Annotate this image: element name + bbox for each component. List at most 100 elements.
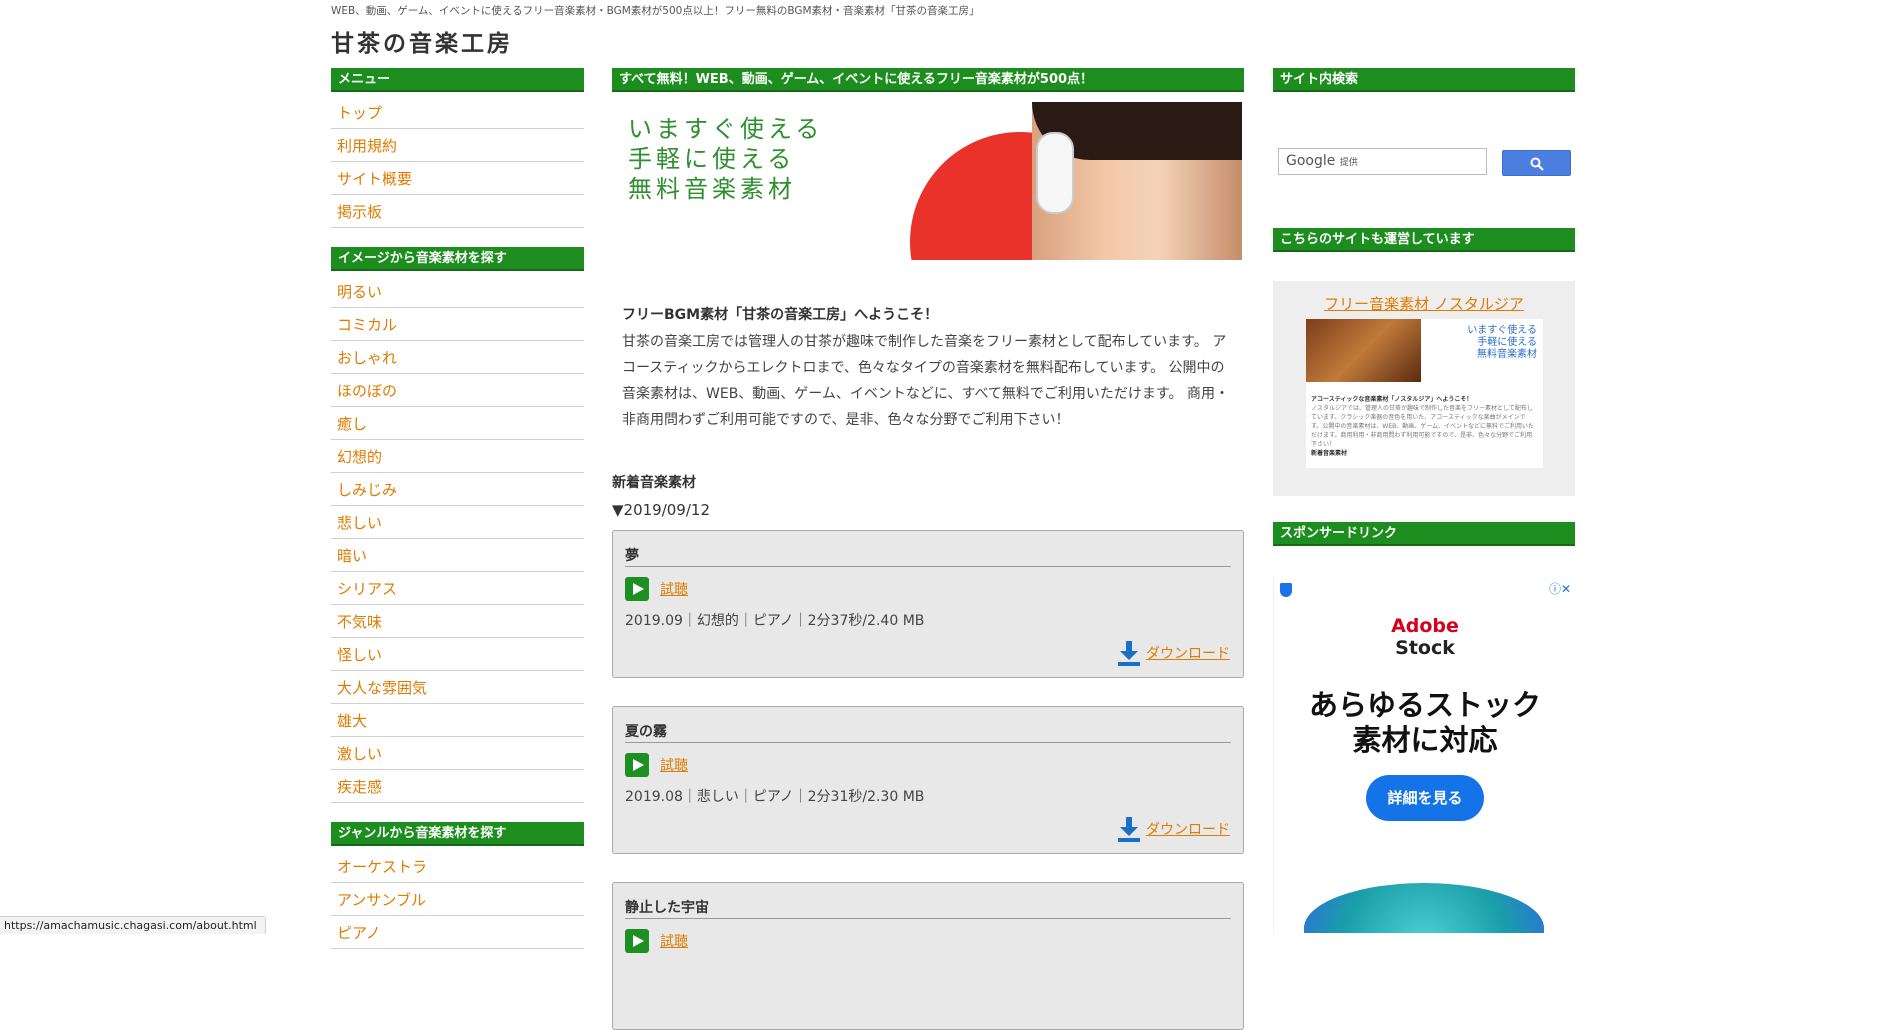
genre-category-link[interactable]: オーケストラ bbox=[337, 858, 427, 876]
thumbnail-line: 無料音楽素材 bbox=[1477, 349, 1537, 360]
image-category-link[interactable]: 幻想的 bbox=[337, 448, 382, 466]
image-category-item[interactable]: 不気味 bbox=[331, 605, 584, 638]
genre-category-item[interactable]: オーケストラ bbox=[331, 850, 584, 883]
image-category-item[interactable]: おしゃれ bbox=[331, 341, 584, 374]
track-card: 静止した宇宙 試聴 bbox=[612, 882, 1244, 1030]
main-heading: すべて無料！WEB、動画、ゲーム、イベントに使えるフリー音楽素材が500点！ bbox=[612, 68, 1244, 92]
welcome-title: フリーBGM素材「甘茶の音楽工房」へようこそ！ bbox=[622, 307, 939, 323]
image-category-link[interactable]: しみじみ bbox=[337, 481, 397, 499]
site-title[interactable]: 甘茶の音楽工房 bbox=[331, 24, 513, 58]
play-icon[interactable] bbox=[625, 577, 649, 601]
menu-link[interactable]: 利用規約 bbox=[337, 137, 397, 155]
image-category-item[interactable]: 悲しい bbox=[331, 506, 584, 539]
genre-category-item[interactable]: アンサンブル bbox=[331, 883, 584, 916]
image-category-link[interactable]: 癒し bbox=[337, 415, 367, 433]
image-category-link[interactable]: シリアス bbox=[337, 580, 397, 598]
image-category-item[interactable]: 怪しい bbox=[331, 638, 584, 671]
menu-item[interactable]: サイト概要 bbox=[331, 162, 584, 195]
sister-site-thumbnail[interactable]: いますぐ使える 手軽に使える 無料音楽素材 アコースティックな音楽素材「ノスタルジア… bbox=[1306, 319, 1543, 468]
image-category-item[interactable]: 明るい bbox=[331, 275, 584, 308]
ad-choices-icon[interactable] bbox=[1280, 583, 1292, 597]
image-category-item[interactable]: 激しい bbox=[331, 737, 584, 770]
play-icon[interactable] bbox=[625, 753, 649, 777]
ad-flower-art bbox=[1304, 883, 1544, 933]
image-category-item[interactable]: シリアス bbox=[331, 572, 584, 605]
search-icon bbox=[1530, 157, 1544, 171]
image-category-item[interactable]: 大人な雰囲気 bbox=[331, 671, 584, 704]
image-category-item[interactable]: 疾走感 bbox=[331, 770, 584, 803]
image-category-link[interactable]: 雄大 bbox=[337, 712, 367, 730]
menu-link[interactable]: トップ bbox=[337, 104, 382, 122]
image-category-link[interactable]: 疾走感 bbox=[337, 778, 382, 796]
thumbnail-body: ノスタルジアでは、管理人の甘茶が趣味で制作した音楽をフリー素材として配布していま… bbox=[1311, 405, 1535, 448]
sister-site-link[interactable]: フリー音楽素材 ノスタルジア bbox=[1273, 293, 1575, 314]
sponsor-heading: スポンサードリンク bbox=[1273, 522, 1575, 546]
genre-category-link[interactable]: アンサンブル bbox=[337, 891, 426, 909]
download-icon[interactable] bbox=[1117, 817, 1141, 843]
download-link[interactable]: ダウンロード bbox=[1146, 819, 1230, 839]
search-brand: Google bbox=[1286, 153, 1336, 169]
image-category-link[interactable]: 明るい bbox=[337, 283, 382, 301]
thumbnail-new: 新着音楽素材 bbox=[1311, 450, 1348, 457]
ad-headline: あらゆるストック 素材に対応 bbox=[1274, 688, 1576, 758]
image-category-link[interactable]: 大人な雰囲気 bbox=[337, 679, 427, 697]
listen-link[interactable]: 試聴 bbox=[660, 579, 688, 599]
page-wrapper: WEB、動画、ゲーム、イベントに使えるフリー音楽素材・BGM素材が500点以上！… bbox=[331, 0, 1576, 1030]
sister-site-box: フリー音楽素材 ノスタルジア いますぐ使える 手軽に使える 無料音楽素材 アコーステ… bbox=[1273, 281, 1575, 496]
search-button[interactable] bbox=[1502, 150, 1571, 176]
image-category-link[interactable]: おしゃれ bbox=[337, 349, 397, 367]
welcome-line: 非商用問わずご利用可能ですので、是非、色々な分野でご利用下さい！ bbox=[622, 412, 1070, 428]
track-title: 夢 bbox=[625, 545, 1231, 567]
image-category-item[interactable]: しみじみ bbox=[331, 473, 584, 506]
listen-link[interactable]: 試聴 bbox=[660, 755, 688, 775]
search-brand-suffix: 提供 bbox=[1339, 158, 1358, 168]
thumbnail-welcome: アコースティックな音楽素材「ノスタルジア」へようこそ！ bbox=[1311, 396, 1473, 403]
ad-headline-line1: あらゆるストック bbox=[1308, 688, 1541, 722]
image-category-link[interactable]: ほのぼの bbox=[337, 382, 397, 400]
track-meta: 2019.09｜幻想的｜ピアノ｜2分37秒/2.40 MB bbox=[625, 613, 925, 629]
image-category-item[interactable]: 癒し bbox=[331, 407, 584, 440]
site-search-heading: サイト内検索 bbox=[1273, 68, 1575, 92]
genre-category-link[interactable]: ピアノ bbox=[337, 924, 381, 942]
new-materials-title: 新着音楽素材 bbox=[612, 475, 696, 491]
image-category-item[interactable]: ほのぼの bbox=[331, 374, 584, 407]
image-category-item[interactable]: 雄大 bbox=[331, 704, 584, 737]
thumbnail-catchphrase: いますぐ使える 手軽に使える 無料音楽素材 bbox=[1451, 325, 1537, 361]
welcome-line: 甘茶の音楽工房では管理人の甘茶が趣味で制作した音楽をフリー素材として配布していま… bbox=[622, 334, 1227, 350]
download-icon[interactable] bbox=[1117, 641, 1141, 667]
menu-link[interactable]: サイト概要 bbox=[337, 170, 412, 188]
listen-link[interactable]: 試聴 bbox=[660, 931, 688, 951]
menu-item[interactable]: 利用規約 bbox=[331, 129, 584, 162]
image-category-link[interactable]: 激しい bbox=[337, 745, 382, 763]
download-link[interactable]: ダウンロード bbox=[1146, 643, 1230, 663]
ad-banner[interactable]: ⓘ✕ Adobe Stock あらゆるストック 素材に対応 詳細を見る bbox=[1273, 575, 1576, 933]
image-category-link[interactable]: 不気味 bbox=[337, 613, 382, 631]
image-category-link[interactable]: 怪しい bbox=[337, 646, 382, 664]
hero-banner: いますぐ使える 手軽に使える 無料音楽素材 bbox=[612, 102, 1242, 260]
search-input[interactable]: Google 提供 bbox=[1278, 148, 1487, 175]
track-meta: 2019.08｜悲しい｜ピアノ｜2分31秒/2.30 MB bbox=[625, 789, 925, 805]
image-category-list: 明るいコミカルおしゃれほのぼの癒し幻想的しみじみ悲しい暗いシリアス不気味怪しい大… bbox=[331, 275, 584, 803]
ad-cta-button[interactable]: 詳細を見る bbox=[1366, 775, 1484, 821]
welcome-text: 甘茶の音楽工房では管理人の甘茶が趣味で制作した音楽をフリー素材として配布していま… bbox=[622, 329, 1232, 433]
thumbnail-line: いますぐ使える bbox=[1467, 325, 1537, 336]
ad-info-close-icon[interactable]: ⓘ✕ bbox=[1549, 580, 1571, 597]
image-category-link[interactable]: コミカル bbox=[337, 316, 397, 334]
thumbnail-text: アコースティックな音楽素材「ノスタルジア」へようこそ！ ノスタルジアでは、管理人… bbox=[1311, 395, 1536, 458]
menu-list: トップ利用規約サイト概要掲示板 bbox=[331, 96, 584, 228]
genre-category-list: オーケストラ アンサンブル ピアノ bbox=[331, 850, 584, 949]
ad-brand-bottom: Stock bbox=[1395, 637, 1455, 659]
image-category-link[interactable]: 悲しい bbox=[337, 514, 382, 532]
site-tagline: WEB、動画、ゲーム、イベントに使えるフリー音楽素材・BGM素材が500点以上！… bbox=[331, 5, 980, 17]
image-category-link[interactable]: 暗い bbox=[337, 547, 367, 565]
image-category-item[interactable]: 暗い bbox=[331, 539, 584, 572]
menu-link[interactable]: 掲示板 bbox=[337, 203, 382, 221]
hero-line: いますぐ使える bbox=[628, 115, 824, 143]
image-category-item[interactable]: 幻想的 bbox=[331, 440, 584, 473]
status-bar-url: https://amachamusic.chagasi.com/about.ht… bbox=[0, 916, 266, 934]
welcome-line: コースティックからエレクトロまで、色々なタイプの音楽素材を無料配布しています。 … bbox=[622, 360, 1225, 376]
ad-brand-logo: Adobe Stock bbox=[1274, 615, 1576, 659]
image-category-item[interactable]: コミカル bbox=[331, 308, 584, 341]
menu-item[interactable]: トップ bbox=[331, 96, 584, 129]
menu-item[interactable]: 掲示板 bbox=[331, 195, 584, 228]
